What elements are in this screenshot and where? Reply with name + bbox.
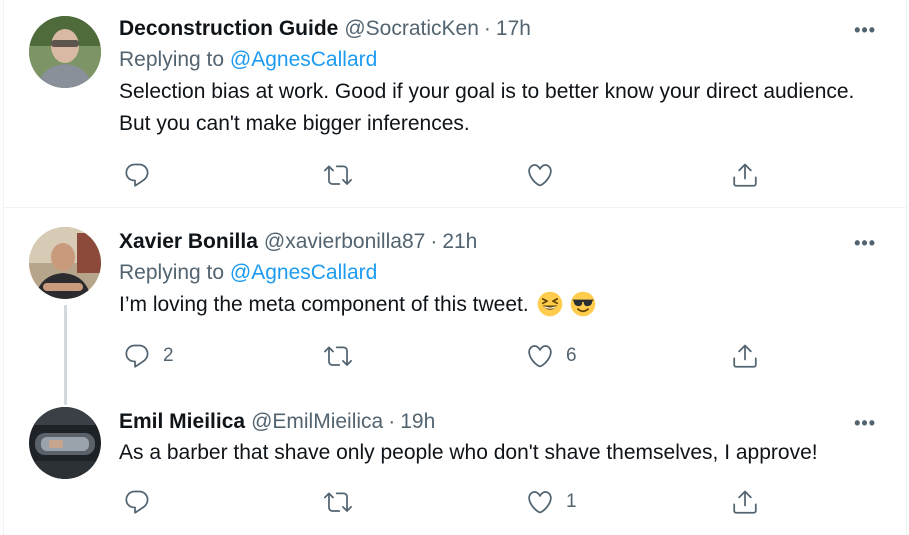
timestamp[interactable]: 19h bbox=[400, 407, 435, 437]
replying-to: Replying to @AgnesCallard bbox=[119, 257, 876, 289]
tweet-header: Deconstruction Guide @SocraticKen · 17h bbox=[119, 14, 876, 44]
right-border bbox=[906, 0, 907, 535]
separator-dot: · bbox=[483, 17, 491, 40]
tweet-text: I’m loving the meta component of this tw… bbox=[119, 293, 529, 316]
separator-dot: · bbox=[388, 410, 396, 433]
share-icon bbox=[733, 490, 757, 514]
user-handle[interactable]: @xavierbonilla87 bbox=[264, 227, 425, 257]
more-icon[interactable]: ••• bbox=[854, 414, 876, 432]
avatar-image-socraticken bbox=[29, 16, 101, 88]
retweet-icon bbox=[324, 492, 352, 512]
share-icon bbox=[733, 344, 757, 368]
tweet-text: Selection bias at work. Good if your goa… bbox=[119, 80, 855, 135]
tweet-deconstruction-guide[interactable]: Deconstruction Guide @SocraticKen · 17h … bbox=[4, 0, 906, 208]
display-name[interactable]: Xavier Bonilla bbox=[119, 227, 258, 257]
retweet-icon bbox=[324, 346, 352, 366]
tweet-actions bbox=[123, 160, 783, 190]
reply-icon bbox=[125, 490, 149, 514]
heart-icon bbox=[528, 491, 552, 514]
share-button[interactable] bbox=[731, 341, 759, 371]
like-count: 6 bbox=[566, 345, 577, 366]
share-button[interactable] bbox=[731, 160, 759, 190]
reply-count: 2 bbox=[163, 345, 174, 366]
tweet-actions: 1 bbox=[123, 487, 783, 517]
replying-to: Replying to @AgnesCallard bbox=[119, 44, 876, 76]
timestamp[interactable]: 21h bbox=[442, 227, 477, 257]
share-icon bbox=[733, 163, 757, 187]
mention-link[interactable]: @AgnesCallard bbox=[230, 261, 377, 284]
tweet-text: As a barber that shave only people who d… bbox=[119, 441, 818, 464]
avatar-image-emilmieilica bbox=[29, 407, 101, 479]
avatar-image-xavierbonilla87 bbox=[29, 227, 101, 299]
separator-dot: · bbox=[430, 230, 438, 253]
user-handle[interactable]: @EmilMieilica bbox=[251, 407, 383, 437]
display-name[interactable]: Deconstruction Guide bbox=[119, 14, 338, 44]
like-button[interactable]: 6 bbox=[526, 341, 577, 371]
display-name[interactable]: Emil Mieilica bbox=[119, 407, 245, 437]
tweet-emil-mieilica[interactable]: Emil Mieilica @EmilMieilica · 19h ••• As… bbox=[4, 389, 906, 535]
heart-icon bbox=[528, 345, 552, 368]
retweet-button[interactable] bbox=[324, 160, 364, 190]
retweet-icon bbox=[324, 165, 352, 185]
retweet-button[interactable] bbox=[324, 487, 364, 517]
like-count: 1 bbox=[566, 491, 577, 512]
tweet-header: Xavier Bonilla @xavierbonilla87 · 21h bbox=[119, 227, 876, 257]
more-icon[interactable]: ••• bbox=[854, 234, 876, 252]
avatar[interactable] bbox=[29, 227, 101, 299]
reply-icon bbox=[125, 163, 149, 187]
grinning-squinting-face-emoji-icon bbox=[537, 291, 562, 317]
share-button[interactable] bbox=[731, 487, 759, 517]
reply-button[interactable]: 2 bbox=[123, 341, 174, 371]
more-icon[interactable]: ••• bbox=[854, 21, 876, 39]
tweet-xavier-bonilla[interactable]: Xavier Bonilla @xavierbonilla87 · 21h ••… bbox=[4, 209, 906, 405]
reply-icon bbox=[125, 344, 149, 368]
tweet-header: Emil Mieilica @EmilMieilica · 19h bbox=[119, 407, 876, 437]
reply-button[interactable] bbox=[123, 160, 163, 190]
tweet-actions: 2 6 bbox=[123, 341, 783, 371]
retweet-button[interactable] bbox=[324, 341, 364, 371]
tweet-text-line: I’m loving the meta component of this tw… bbox=[119, 289, 876, 321]
heart-icon bbox=[528, 164, 552, 187]
avatar[interactable] bbox=[29, 407, 101, 479]
avatar[interactable] bbox=[29, 16, 101, 88]
replying-to-label: Replying to bbox=[119, 261, 225, 284]
like-button[interactable]: 1 bbox=[526, 487, 577, 517]
mention-link[interactable]: @AgnesCallard bbox=[230, 48, 377, 71]
smiling-face-with-sunglasses-emoji-icon bbox=[571, 291, 596, 317]
timestamp[interactable]: 17h bbox=[496, 14, 531, 44]
reply-button[interactable] bbox=[123, 487, 163, 517]
user-handle[interactable]: @SocraticKen bbox=[344, 14, 479, 44]
replying-to-label: Replying to bbox=[119, 48, 225, 71]
like-button[interactable] bbox=[526, 160, 566, 190]
